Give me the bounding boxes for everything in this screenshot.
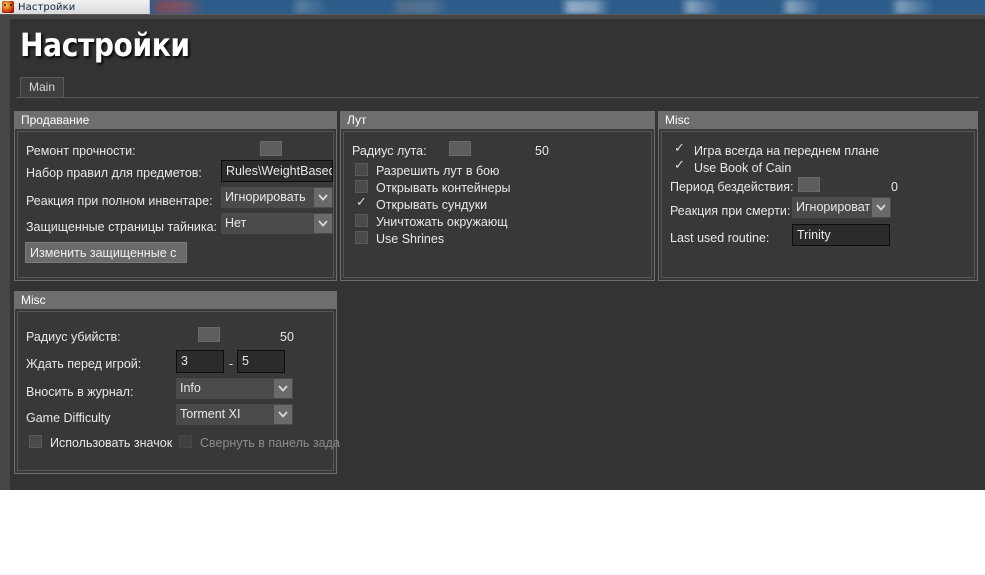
group-misc-right-title: Misc xyxy=(659,112,977,129)
last-used-routine-input[interactable]: Trinity xyxy=(792,224,890,246)
kill-radius-slider[interactable] xyxy=(198,327,226,343)
wait-before-game-max-input[interactable]: 5 xyxy=(237,350,285,373)
group-misc-right-body: Игра всегда на переднем плане Use Book o… xyxy=(661,131,975,278)
kill-radius-label: Радиус убийств: xyxy=(26,330,121,344)
checkbox-open-chests[interactable] xyxy=(355,195,368,210)
protected-stash-label: Защищенные страницы тайника: xyxy=(26,220,218,234)
loot-radius-label: Радиус лута: xyxy=(352,144,427,158)
idle-period-value: 0 xyxy=(891,180,898,194)
kill-radius-value: 50 xyxy=(280,330,294,344)
group-misc-bottom-body: Радиус убийств: 50 Ждать перед игрой: 3 … xyxy=(17,311,340,471)
group-selling-body: Ремонт прочности: Набор правил для предм… xyxy=(17,131,334,278)
checkbox-open-containers[interactable] xyxy=(355,180,368,193)
group-misc-bottom-title: Misc xyxy=(15,292,336,309)
os-taskbar: Настройки xyxy=(0,0,985,14)
idle-period-label: Период бездействия: xyxy=(670,180,794,194)
edit-protected-stash-button[interactable]: Изменить защищенные с xyxy=(25,242,187,263)
app-icon xyxy=(2,1,14,13)
game-difficulty-combo[interactable]: Torment XI xyxy=(176,404,293,425)
slider-thumb[interactable] xyxy=(260,141,282,156)
checkbox-use-shrines-label: Use Shrines xyxy=(376,232,445,246)
chevron-down-icon[interactable] xyxy=(274,379,292,398)
checkbox-use-book-of-cain[interactable] xyxy=(673,158,686,173)
game-difficulty-combo-value: Torment XI xyxy=(180,407,241,421)
checkbox-destroy-surroundings[interactable] xyxy=(355,214,368,227)
slider-thumb[interactable] xyxy=(798,177,820,192)
checkbox-minimize-to-tray-label: Свернуть в панель зада xyxy=(200,436,340,450)
checkbox-minimize-to-tray xyxy=(179,435,192,448)
protected-stash-combo-value: Нет xyxy=(225,216,247,230)
protected-stash-combo[interactable]: Нет xyxy=(221,213,333,234)
wait-range-separator: - xyxy=(229,357,234,371)
full-inventory-combo-value: Игнорировать xyxy=(225,190,306,204)
checkbox-use-tray-icon-label: Использовать значок xyxy=(50,436,173,450)
wait-before-game-min-input[interactable]: 3 xyxy=(176,350,224,373)
death-reaction-label: Реакция при смерти: xyxy=(670,204,791,218)
checkbox-use-tray-icon[interactable] xyxy=(29,435,42,448)
death-reaction-combo-value: Игнорировать xyxy=(796,200,871,214)
death-reaction-combo[interactable]: Игнорировать xyxy=(792,197,891,218)
tab-main[interactable]: Main xyxy=(20,77,65,97)
group-selling: Продавание Ремонт прочности: Набор прави… xyxy=(14,111,337,281)
repair-durability-label: Ремонт прочности: xyxy=(26,144,136,158)
item-ruleset-input[interactable]: Rules\WeightBased xyxy=(221,160,333,182)
full-inventory-combo[interactable]: Игнорировать xyxy=(221,187,333,208)
idle-period-slider[interactable] xyxy=(798,177,826,193)
chevron-down-icon[interactable] xyxy=(872,198,890,217)
log-level-combo-value: Info xyxy=(180,381,201,395)
slider-thumb[interactable] xyxy=(449,141,471,156)
slider-thumb[interactable] xyxy=(198,327,220,342)
log-level-label: Вносить в журнал: xyxy=(26,385,134,399)
page-title: Настройки xyxy=(20,26,190,64)
checkbox-game-always-foreground-label: Игра всегда на переднем плане xyxy=(694,144,880,158)
group-selling-title: Продавание xyxy=(15,112,336,129)
desktop-background xyxy=(0,490,985,575)
chevron-down-icon[interactable] xyxy=(274,405,292,424)
loot-radius-value: 50 xyxy=(535,144,549,158)
chevron-down-icon[interactable] xyxy=(314,188,332,207)
group-loot: Лут Радиус лута: 50 Разрешить лут в бою … xyxy=(340,111,655,281)
taskbar-window-button[interactable]: Настройки xyxy=(0,0,150,14)
repair-durability-slider[interactable] xyxy=(260,141,288,157)
last-used-routine-label: Last used routine: xyxy=(670,231,770,245)
item-ruleset-label: Набор правил для предметов: xyxy=(26,166,202,180)
checkbox-allow-loot-in-combat[interactable] xyxy=(355,163,368,176)
checkbox-destroy-surroundings-label: Уничтожать окружающ xyxy=(376,215,508,229)
chevron-down-icon[interactable] xyxy=(314,214,332,233)
group-misc-right: Misc Игра всегда на переднем плане Use B… xyxy=(658,111,978,281)
checkbox-open-chests-label: Открывать сундуки xyxy=(376,198,488,212)
screen: Настройки Настройки Main Продавание Ремо… xyxy=(0,0,985,575)
checkbox-allow-loot-in-combat-label: Разрешить лут в бою xyxy=(376,164,500,178)
checkbox-use-shrines[interactable] xyxy=(355,231,368,244)
group-loot-title: Лут xyxy=(341,112,654,129)
group-loot-body: Радиус лута: 50 Разрешить лут в бою Откр… xyxy=(343,131,652,278)
taskbar-window-label: Настройки xyxy=(18,1,76,13)
log-level-combo[interactable]: Info xyxy=(176,378,293,399)
settings-window: Настройки Main Продавание Ремонт прочнос… xyxy=(0,14,985,490)
game-difficulty-label: Game Difficulty xyxy=(26,411,111,425)
checkbox-game-always-foreground[interactable] xyxy=(673,141,686,156)
full-inventory-label: Реакция при полном инвентаре: xyxy=(26,194,213,208)
window-client-area: Настройки Main Продавание Ремонт прочнос… xyxy=(10,19,985,490)
wait-before-game-label: Ждать перед игрой: xyxy=(26,357,142,371)
group-misc-bottom: Misc Радиус убийств: 50 Ждать перед игро… xyxy=(14,291,340,474)
checkbox-open-containers-label: Открывать контейнеры xyxy=(376,181,511,195)
tab-strip: Main xyxy=(16,77,979,98)
checkbox-use-book-of-cain-label: Use Book of Cain xyxy=(694,161,792,175)
loot-radius-slider[interactable] xyxy=(449,141,477,157)
